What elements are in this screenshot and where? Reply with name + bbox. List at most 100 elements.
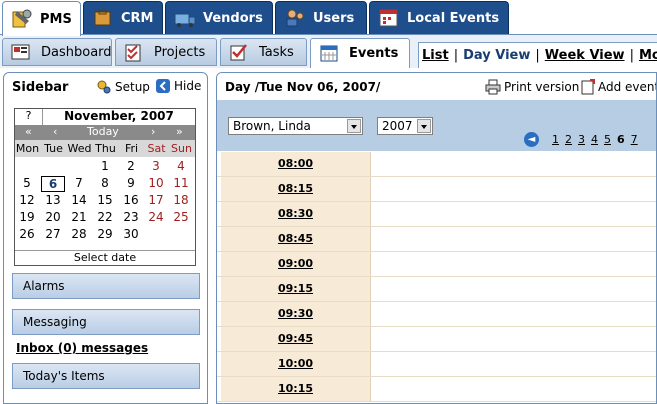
- calendar-prev-month[interactable]: ‹: [53, 125, 57, 138]
- calendar-day[interactable]: 27: [41, 227, 65, 241]
- dashboard-icon: [11, 43, 31, 62]
- time-slot-row[interactable]: 10:00: [217, 352, 656, 377]
- list-view-link[interactable]: List: [422, 48, 449, 63]
- calendar-day-selected[interactable]: 6: [41, 176, 65, 192]
- time-slot-link[interactable]: 08:15: [221, 177, 371, 201]
- calendar-day[interactable]: 10: [144, 176, 168, 190]
- day-link[interactable]: 2: [565, 133, 572, 146]
- subtab-dashboard[interactable]: Dashboard: [2, 38, 112, 66]
- day-link[interactable]: 1: [552, 133, 559, 146]
- calendar-day[interactable]: 24: [144, 210, 168, 224]
- setup-icon: [97, 80, 111, 94]
- chevron-down-icon: [347, 119, 361, 133]
- calendar-day[interactable]: 14: [67, 193, 91, 207]
- subtab-events[interactable]: Events: [310, 38, 410, 68]
- previous-icon[interactable]: ◄: [524, 131, 539, 147]
- time-slot-link[interactable]: 08:00: [221, 152, 371, 176]
- calendar-day[interactable]: 18: [169, 193, 193, 207]
- day-link[interactable]: 7: [631, 133, 638, 146]
- calendar-day[interactable]: 2: [119, 159, 143, 173]
- year-select[interactable]: 2007: [377, 117, 433, 135]
- weekday: Mon: [15, 142, 40, 155]
- time-slot-row[interactable]: 09:45: [217, 327, 656, 352]
- messaging-section[interactable]: Messaging: [12, 309, 200, 335]
- subtab-tasks[interactable]: Tasks: [220, 38, 307, 66]
- time-slot-link[interactable]: 10:00: [221, 352, 371, 376]
- calendar-next-month[interactable]: ›: [151, 125, 155, 138]
- tab-local-events-label: Local Events: [407, 10, 500, 26]
- day-link[interactable]: 4: [591, 133, 598, 146]
- day-link[interactable]: 3: [578, 133, 585, 146]
- print-version-link[interactable]: Print version: [485, 79, 579, 95]
- print-version-label: Print version: [504, 80, 580, 94]
- calendar-day[interactable]: 12: [15, 193, 39, 207]
- calendar-day[interactable]: 1: [93, 159, 117, 173]
- calendar-day[interactable]: 30: [119, 227, 143, 241]
- current-day[interactable]: 6: [617, 133, 625, 146]
- time-slot-row[interactable]: 10:15: [217, 377, 656, 402]
- alarms-section[interactable]: Alarms: [12, 273, 200, 299]
- tab-users[interactable]: Users: [275, 1, 367, 34]
- calendar-today[interactable]: Today: [87, 125, 119, 138]
- calendar-day[interactable]: 19: [15, 210, 39, 224]
- todays-items-section[interactable]: Today's Items: [12, 363, 200, 389]
- time-slot-link[interactable]: 08:45: [221, 227, 371, 251]
- time-slot-row[interactable]: 09:15: [217, 277, 656, 302]
- time-slot-row[interactable]: 08:15: [217, 177, 656, 202]
- add-event-link[interactable]: Add event: [581, 79, 656, 95]
- week-view-link[interactable]: Week View: [545, 48, 625, 63]
- calendar-nav: « ‹ Today › »: [15, 125, 195, 140]
- tab-local-events[interactable]: Local Events: [369, 1, 509, 34]
- time-slot-row[interactable]: 08:45: [217, 227, 656, 252]
- time-slot-link[interactable]: 09:00: [221, 252, 371, 276]
- calendar-day[interactable]: 28: [67, 227, 91, 241]
- calendar-day[interactable]: 5: [15, 176, 39, 190]
- tab-vendors[interactable]: Vendors: [165, 1, 273, 34]
- calendar-day[interactable]: 3: [144, 159, 168, 173]
- calendar-day[interactable]: 15: [93, 193, 117, 207]
- time-slot-link[interactable]: 09:15: [221, 277, 371, 301]
- calendar-day[interactable]: 7: [67, 176, 91, 190]
- time-slot-row[interactable]: 08:30: [217, 202, 656, 227]
- calendar-day[interactable]: 25: [169, 210, 193, 224]
- calendar-day[interactable]: 26: [15, 227, 39, 241]
- calendar-day[interactable]: 16: [119, 193, 143, 207]
- day-link[interactable]: 5: [604, 133, 611, 146]
- calendar-day[interactable]: 13: [41, 193, 65, 207]
- calendar-day[interactable]: 8: [93, 176, 117, 190]
- sidebar-hide-link[interactable]: Hide: [156, 79, 201, 93]
- calendar-day[interactable]: 20: [41, 210, 65, 224]
- sidebar-setup-link[interactable]: Setup: [96, 79, 150, 95]
- add-event-icon: [581, 79, 595, 95]
- time-slot-link[interactable]: 10:15: [221, 377, 371, 401]
- time-slot-row[interactable]: 09:00: [217, 252, 656, 277]
- time-slot-link[interactable]: 08:30: [221, 202, 371, 226]
- day-view-link[interactable]: Day View: [463, 48, 530, 63]
- calendar-next-year[interactable]: »: [176, 125, 183, 138]
- calendar-day[interactable]: 11: [169, 176, 193, 190]
- tab-pms[interactable]: PMS: [2, 1, 81, 36]
- tab-crm[interactable]: CRM: [83, 1, 163, 34]
- user-select[interactable]: Brown, Linda: [228, 117, 363, 135]
- subtab-projects-label: Projects: [154, 44, 206, 60]
- time-slot-link[interactable]: 09:30: [221, 302, 371, 326]
- chevron-down-icon: [417, 119, 431, 133]
- time-slot-row[interactable]: 09:30: [217, 302, 656, 327]
- printer-icon: [485, 79, 501, 95]
- calendar-day[interactable]: 4: [169, 159, 193, 173]
- calendar-prev-year[interactable]: «: [25, 125, 32, 138]
- calendar-day[interactable]: 29: [93, 227, 117, 241]
- calendar-day[interactable]: 17: [144, 193, 168, 207]
- time-slot-row[interactable]: 08:00: [217, 152, 656, 177]
- view-links: List | Day View | Week View | Month: [418, 42, 657, 68]
- subtab-projects[interactable]: Projects: [115, 38, 217, 66]
- calendar-day[interactable]: 9: [119, 176, 143, 190]
- month-view-link[interactable]: Month: [639, 48, 657, 63]
- time-slot-link[interactable]: 09:45: [221, 327, 371, 351]
- inbox-link[interactable]: Inbox (0) messages: [16, 341, 148, 355]
- calendar-day[interactable]: 22: [93, 210, 117, 224]
- calendar-day[interactable]: 21: [67, 210, 91, 224]
- calendar-day[interactable]: 23: [119, 210, 143, 224]
- calendar-help[interactable]: ?: [15, 109, 43, 125]
- users-icon: [284, 8, 306, 28]
